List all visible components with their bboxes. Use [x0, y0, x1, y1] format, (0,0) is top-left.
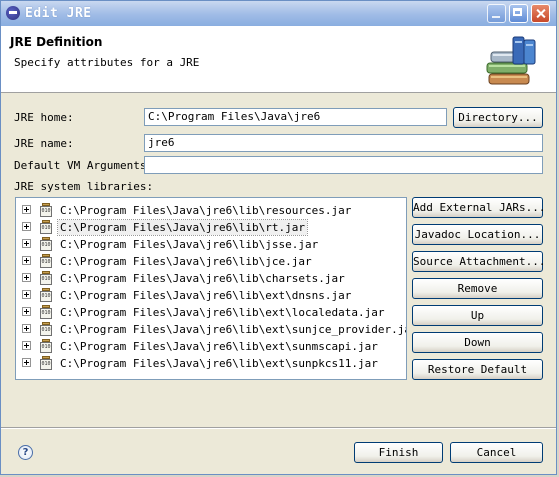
- library-path: C:\Program Files\Java\jre6\lib\ext\sunpk…: [60, 357, 378, 370]
- expand-plus-icon[interactable]: [22, 273, 31, 282]
- library-path: C:\Program Files\Java\jre6\lib\ext\sunjc…: [60, 323, 407, 336]
- finish-button[interactable]: Finish: [354, 442, 443, 463]
- library-row[interactable]: 010 C:\Program Files\Java\jre6\lib\rt.jar: [16, 219, 406, 236]
- jar-icon: 010: [40, 203, 52, 217]
- down-button[interactable]: Down: [412, 332, 543, 353]
- jre-name-field[interactable]: jre6: [144, 134, 543, 152]
- expand-plus-icon[interactable]: [22, 307, 31, 316]
- minimize-button: [487, 4, 506, 23]
- jre-home-label: JRE home:: [14, 111, 74, 124]
- maximize-button[interactable]: [509, 4, 528, 23]
- expand-plus-icon[interactable]: [22, 205, 31, 214]
- footer-separator: [1, 427, 556, 429]
- expand-plus-icon[interactable]: [22, 256, 31, 265]
- jar-icon: 010: [40, 271, 52, 285]
- library-path: C:\Program Files\Java\jre6\lib\ext\dnsns…: [60, 289, 352, 302]
- vm-args-field[interactable]: [144, 156, 543, 174]
- library-row[interactable]: 010 C:\Program Files\Java\jre6\lib\ext\dn…: [16, 287, 406, 304]
- jar-icon: 010: [40, 220, 52, 234]
- library-row[interactable]: 010 C:\Program Files\Java\jre6\lib\ext\lo…: [16, 304, 406, 321]
- add-external-jars-button[interactable]: Add External JARs...: [412, 197, 545, 218]
- remove-button[interactable]: Remove: [412, 278, 543, 299]
- jar-icon: 010: [40, 288, 52, 302]
- title-bar[interactable]: Edit JRE: [1, 1, 556, 26]
- library-row[interactable]: 010 C:\Program Files\Java\jre6\lib\resour…: [16, 202, 406, 219]
- libraries-label: JRE system libraries:: [14, 180, 154, 193]
- jar-icon: 010: [40, 322, 52, 336]
- close-button[interactable]: [531, 4, 550, 23]
- library-row[interactable]: 010 C:\Program Files\Java\jre6\lib\jce.ja…: [16, 253, 406, 270]
- expand-plus-icon[interactable]: [22, 358, 31, 367]
- library-row[interactable]: 010 C:\Program Files\Java\jre6\lib\ext\su…: [16, 321, 406, 338]
- jar-icon: 010: [40, 305, 52, 319]
- directory-button[interactable]: Directory...: [453, 107, 543, 128]
- expand-plus-icon[interactable]: [22, 324, 31, 333]
- jar-icon: 010: [40, 339, 52, 353]
- eclipse-icon: [6, 6, 20, 20]
- dialog-header: JRE Definition Specify attributes for a …: [1, 26, 556, 93]
- up-button[interactable]: Up: [412, 305, 543, 326]
- library-row[interactable]: 010 C:\Program Files\Java\jre6\lib\ext\su…: [16, 355, 406, 372]
- expand-plus-icon[interactable]: [22, 341, 31, 350]
- cancel-button[interactable]: Cancel: [450, 442, 543, 463]
- expand-plus-icon[interactable]: [22, 290, 31, 299]
- window-title: Edit JRE: [25, 6, 92, 21]
- library-path: C:\Program Files\Java\jre6\lib\ext\local…: [60, 306, 385, 319]
- restore-default-button[interactable]: Restore Default: [412, 359, 543, 380]
- jre-name-label: JRE name:: [14, 137, 74, 150]
- jar-icon: 010: [40, 254, 52, 268]
- expand-plus-icon[interactable]: [22, 222, 31, 231]
- jar-icon: 010: [40, 356, 52, 370]
- javadoc-location-button[interactable]: Javadoc Location...: [412, 224, 543, 245]
- library-tree[interactable]: 010 C:\Program Files\Java\jre6\lib\resour…: [15, 197, 407, 380]
- library-path: C:\Program Files\Java\jre6\lib\resources…: [60, 204, 352, 217]
- jre-home-field[interactable]: C:\Program Files\Java\jre6: [144, 108, 447, 126]
- source-attachment-button[interactable]: Source Attachment...: [412, 251, 545, 272]
- library-path: C:\Program Files\Java\jre6\lib\ext\sunms…: [60, 340, 378, 353]
- vm-args-label: Default VM Arguments:: [14, 159, 154, 172]
- library-row[interactable]: 010 C:\Program Files\Java\jre6\lib\charse…: [16, 270, 406, 287]
- library-row[interactable]: 010 C:\Program Files\Java\jre6\lib\jsse.j…: [16, 236, 406, 253]
- library-path: C:\Program Files\Java\jre6\lib\jsse.jar: [60, 238, 319, 251]
- library-row[interactable]: 010 C:\Program Files\Java\jre6\lib\ext\su…: [16, 338, 406, 355]
- header-title: JRE Definition: [10, 35, 103, 49]
- jar-icon: 010: [40, 237, 52, 251]
- header-message: Specify attributes for a JRE: [14, 56, 200, 69]
- books-icon: [486, 36, 536, 85]
- library-path: C:\Program Files\Java\jre6\lib\jce.jar: [60, 255, 312, 268]
- library-path: C:\Program Files\Java\jre6\lib\rt.jar: [56, 219, 309, 236]
- expand-plus-icon[interactable]: [22, 239, 31, 248]
- help-icon[interactable]: ?: [18, 445, 33, 460]
- library-path: C:\Program Files\Java\jre6\lib\charsets.…: [60, 272, 345, 285]
- edit-jre-dialog: Edit JRE JRE Definition Specify attribut…: [0, 0, 557, 475]
